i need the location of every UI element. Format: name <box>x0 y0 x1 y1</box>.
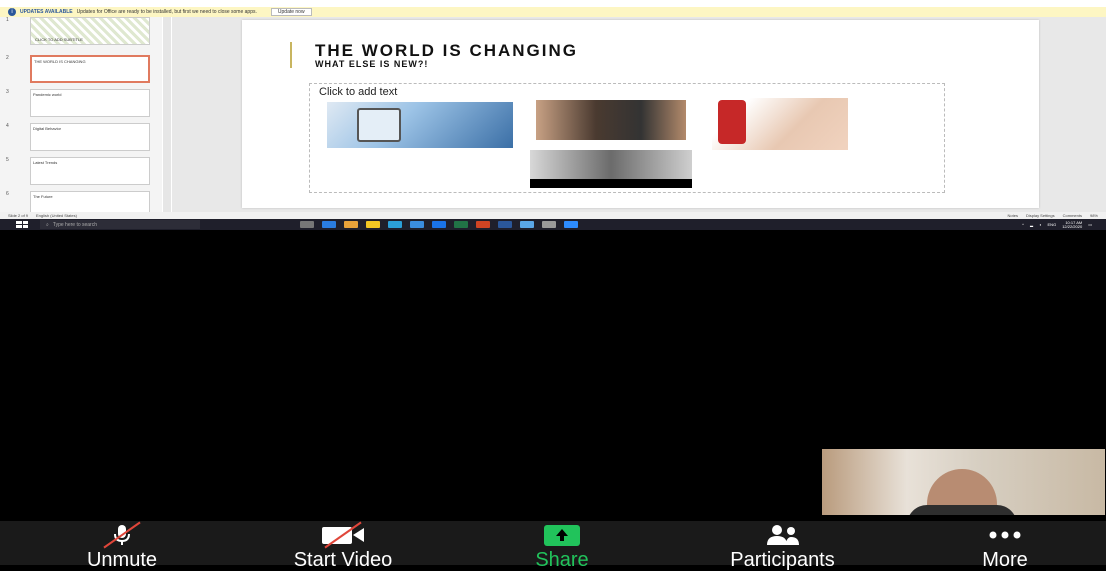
taskbar-search-box[interactable]: ⌕ Type here to search <box>40 220 200 229</box>
thumbnail-row[interactable]: 1 CLICK TO ADD SUBTITLE <box>0 17 162 47</box>
thumbnail-row[interactable]: 4 Digital Behavior <box>0 123 162 153</box>
content-placeholder-text: Click to add text <box>319 86 398 98</box>
shared-screen: i UPDATES AVAILABLE Updates for Office a… <box>0 0 1106 230</box>
zoom-app-icon[interactable] <box>432 221 446 228</box>
taskbar-apps <box>300 221 578 228</box>
thumbnail-row[interactable]: 3 Pandemic world <box>0 89 162 119</box>
file-explorer-icon[interactable] <box>366 221 380 228</box>
slide-canvas[interactable]: THE WORLD IS CHANGING WHAT ELSE IS NEW?!… <box>242 20 1039 208</box>
app-icon[interactable] <box>564 221 578 228</box>
share-arrow-icon <box>542 525 582 546</box>
participant-video-feed <box>907 469 1017 515</box>
thumbnail-row[interactable]: 2 THE WORLD IS CHANGING <box>0 55 162 85</box>
update-message: Updates for Office are ready to be insta… <box>76 9 257 15</box>
share-screen-button[interactable]: Share <box>517 521 607 571</box>
phone-hands-image[interactable] <box>530 150 692 188</box>
thumbnail-caption: The Future <box>33 194 53 199</box>
more-dots-icon <box>985 525 1025 545</box>
title-accent-line <box>290 42 292 68</box>
thumbnail-number: 2 <box>6 55 9 61</box>
thumbnail-caption: CLICK TO ADD SUBTITLE <box>35 37 83 42</box>
thumbnail-number: 3 <box>6 89 9 95</box>
thumbnail-caption: Pandemic world <box>33 92 62 97</box>
chevron-up-icon[interactable]: ^ <box>1022 222 1024 227</box>
taskbar-clock[interactable]: 10:17 AM 12/22/2020 <box>1062 220 1083 229</box>
edge-icon[interactable] <box>322 221 336 228</box>
unmute-label: Unmute <box>86 549 158 571</box>
excel-icon[interactable] <box>454 221 468 228</box>
update-now-button[interactable]: Update now <box>270 8 312 16</box>
app-icon[interactable] <box>520 221 534 228</box>
notes-button[interactable]: Notes <box>1008 213 1018 218</box>
taskbar-language[interactable]: ENG <box>1048 222 1057 227</box>
comments-button[interactable]: Comments <box>1063 213 1082 218</box>
chrome-icon[interactable] <box>344 221 358 228</box>
start-video-label: Start Video <box>293 549 393 571</box>
participants-button[interactable]: Participants <box>690 521 875 571</box>
thumbnail-caption: Latest Trends <box>33 160 58 165</box>
smartphone-video-image[interactable] <box>536 100 686 140</box>
thumbnail-number: 6 <box>6 191 9 197</box>
meeting-toolbar: Unmute Start Video Share Participants Mo… <box>0 521 1106 571</box>
windows-taskbar: ⌕ Type here to search ^ ▂ ◖ ENG 10:17 AM <box>0 219 1106 230</box>
unmute-button[interactable]: Unmute <box>62 521 182 571</box>
slide-thumbnail[interactable]: Pandemic world <box>30 89 150 117</box>
system-tray: ^ ▂ ◖ ENG 10:17 AM 12/22/2020 ▭ <box>1022 220 1106 229</box>
taskbar-search-placeholder: Type here to search <box>52 221 98 228</box>
slide-thumbnail[interactable]: CLICK TO ADD SUBTITLE <box>30 17 150 45</box>
more-button[interactable]: More <box>960 521 1050 571</box>
windows-start-icon[interactable] <box>16 221 28 228</box>
word-icon[interactable] <box>498 221 512 228</box>
thumbnail-caption: Digital Behavior <box>33 126 62 131</box>
thumbnail-caption: THE WORLD IS CHANGING <box>34 59 86 64</box>
task-view-icon[interactable] <box>300 221 314 228</box>
slide-thumbnails-pane: 1 CLICK TO ADD SUBTITLE 2 THE WORLD IS C… <box>0 17 162 219</box>
slide-thumbnail[interactable]: Digital Behavior <box>30 123 150 151</box>
thumbnail-row[interactable]: 5 Latest Trends <box>0 157 162 187</box>
slide-thumbnail[interactable]: Latest Trends <box>30 157 150 185</box>
slide-title[interactable]: THE WORLD IS CHANGING <box>315 41 578 61</box>
muted-microphone-icon <box>103 521 141 549</box>
start-video-button[interactable]: Start Video <box>258 521 428 571</box>
thumbnail-number: 5 <box>6 157 9 163</box>
share-label: Share <box>535 549 589 571</box>
thumbnail-number: 1 <box>6 17 9 23</box>
search-icon: ⌕ <box>46 221 49 228</box>
slide-subtitle[interactable]: WHAT ELSE IS NEW?! <box>315 59 428 69</box>
network-icon[interactable]: ▂ <box>1030 222 1033 227</box>
taskbar-date: 12/22/2020 <box>1062 223 1083 229</box>
app-icon[interactable] <box>410 221 424 228</box>
content-placeholder[interactable]: Click to add text <box>309 83 945 193</box>
app-icon[interactable] <box>542 221 556 228</box>
thumbnail-number: 4 <box>6 123 9 129</box>
update-title: UPDATES AVAILABLE <box>20 9 73 15</box>
slide-count: Slide 2 of 9 <box>8 213 29 218</box>
powerpoint-icon[interactable] <box>476 221 490 228</box>
slide-thumbnail-selected[interactable]: THE WORLD IS CHANGING <box>30 55 150 83</box>
more-label: More <box>982 549 1028 571</box>
volume-icon[interactable]: ◖ <box>1039 222 1041 227</box>
notifications-icon[interactable]: ▭ <box>1088 222 1092 227</box>
zoom-level[interactable]: 98% <box>1090 213 1098 218</box>
powerpoint-status-bar: Slide 2 of 9 English (United States) Not… <box>0 212 1106 219</box>
app-icon[interactable] <box>388 221 402 228</box>
participant-video-tile[interactable] <box>822 449 1105 515</box>
video-off-icon <box>320 521 366 549</box>
language-indicator[interactable]: English (United States) <box>36 213 77 218</box>
info-icon: i <box>8 8 16 16</box>
thumbnail-scrollbar[interactable] <box>163 17 171 212</box>
participants-icon <box>761 525 805 545</box>
display-settings-button[interactable]: Display Settings <box>1026 213 1055 218</box>
laptop-tablet-image[interactable] <box>327 102 513 148</box>
phone-shopping-image[interactable] <box>712 98 848 150</box>
participants-label: Participants <box>730 549 835 571</box>
update-notification-bar: i UPDATES AVAILABLE Updates for Office a… <box>0 7 1106 17</box>
